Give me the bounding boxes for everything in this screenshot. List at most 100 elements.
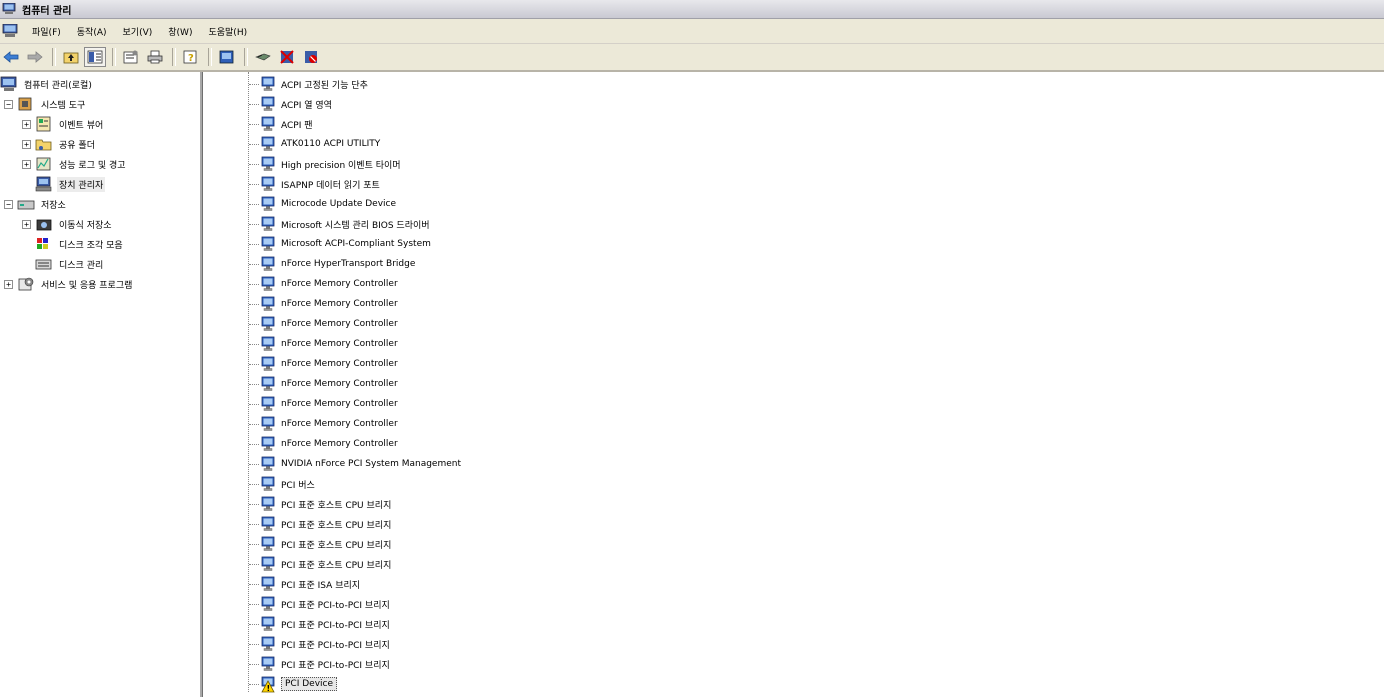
device-row[interactable]: PCI 표준 ISA 브리지 [249,574,360,594]
up-button[interactable] [60,47,82,67]
system-device-icon [261,356,275,372]
tree-connector [249,423,259,425]
properties-button[interactable] [120,47,142,67]
toolbar-separator [208,48,212,66]
device-row[interactable]: ISAPNP 데이터 읽기 포트 [249,174,380,194]
tree-connector [249,563,259,565]
system-device-icon [261,476,275,492]
expand-toggle[interactable]: + [22,219,31,229]
expand-toggle[interactable]: + [22,139,31,149]
tree-item-system-tools[interactable]: − 시스템 도구 [4,94,87,114]
tree-label-perf-logs: 성능 로그 및 경고 [59,160,126,171]
tree-connector [249,443,259,445]
device-row[interactable]: ! PCI Device [249,674,338,694]
tree-connector [249,343,259,345]
tree-label-disk-management: 디스크 관리 [59,260,104,271]
tree-connector [249,663,259,665]
tree-item-device-manager[interactable]: 장치 관리자 [35,174,106,194]
app-menu-icon[interactable] [2,24,18,38]
device-row[interactable]: NVIDIA nForce PCI System Management [249,454,461,474]
scan-icon [219,50,234,64]
tree-connector [249,103,259,105]
tree-item-disk-management[interactable]: 디스크 관리 [35,254,105,274]
tree-item-storage[interactable]: − 저장소 [4,194,68,214]
device-label: nForce Memory Controller [281,419,398,429]
tree-connector [249,183,259,185]
expand-toggle[interactable]: + [22,119,31,129]
collapse-toggle[interactable]: − [4,99,13,109]
device-row[interactable]: nForce Memory Controller [249,434,398,454]
device-row[interactable]: PCI 버스 [249,474,315,494]
help-button[interactable]: ? [180,47,202,67]
device-row[interactable]: Microsoft 시스템 관리 BIOS 드라이버 [249,214,430,234]
toolbar-separator [112,48,116,66]
device-row[interactable]: PCI 표준 호스트 CPU 브리지 [249,534,391,554]
system-device-icon [261,376,275,392]
toolbar-separator [172,48,176,66]
menu-action[interactable]: 동작(A) [69,25,115,38]
device-row[interactable]: ACPI 고정된 기능 단추 [249,74,368,94]
tree-connector [249,203,259,205]
print-button[interactable] [144,47,166,67]
scan-hardware-button[interactable] [216,47,238,67]
expand-toggle[interactable]: + [22,159,31,169]
device-row[interactable]: PCI 표준 PCI-to-PCI 브리지 [249,614,390,634]
device-row[interactable]: ACPI 열 영역 [249,94,332,114]
system-device-icon [261,116,275,132]
forward-icon [27,51,43,63]
print-icon [147,50,163,64]
tree-label-shared-folders: 공유 폴더 [59,140,95,151]
device-row[interactable]: nForce Memory Controller [249,414,398,434]
menu-window[interactable]: 창(W) [160,25,200,38]
system-device-icon [261,496,275,512]
back-icon [3,51,19,63]
tree-label-storage: 저장소 [41,200,66,211]
device-row[interactable]: PCI 표준 호스트 CPU 브리지 [249,494,391,514]
update-driver-button[interactable] [252,47,274,67]
device-row[interactable]: PCI 표준 호스트 CPU 브리지 [249,554,391,574]
device-row[interactable]: Microsoft ACPI-Compliant System [249,234,431,254]
forward-button[interactable] [24,47,46,67]
expand-toggle[interactable]: + [4,279,13,289]
device-row[interactable]: PCI 표준 호스트 CPU 브리지 [249,514,391,534]
back-button[interactable] [0,47,22,67]
device-row[interactable]: nForce Memory Controller [249,354,398,374]
menu-bar: 파일(F) 동작(A) 보기(V) 창(W) 도움말(H) [0,19,1384,44]
device-row[interactable]: ACPI 팬 [249,114,313,134]
device-row[interactable]: PCI 표준 PCI-to-PCI 브리지 [249,654,390,674]
show-tree-icon [87,50,103,64]
device-row[interactable]: High precision 이벤트 타이머 [249,154,401,174]
tree-item-event-viewer[interactable]: + 이벤트 뷰어 [22,114,105,134]
collapse-toggle[interactable]: − [4,199,13,209]
menu-help[interactable]: 도움말(H) [200,25,255,38]
device-row[interactable]: PCI 표준 PCI-to-PCI 브리지 [249,594,390,614]
device-label: Microsoft 시스템 관리 BIOS 드라이버 [281,220,430,231]
tree-item-removable-storage[interactable]: + 이동식 저장소 [22,214,114,234]
device-row[interactable]: nForce Memory Controller [249,334,398,354]
tree-item-perf-logs[interactable]: + 성능 로그 및 경고 [22,154,128,174]
device-label: PCI 표준 호스트 CPU 브리지 [281,500,392,511]
disable-button[interactable] [300,47,322,67]
show-hide-tree-button[interactable] [84,47,106,67]
device-row[interactable]: nForce Memory Controller [249,394,398,414]
device-row[interactable]: nForce Memory Controller [249,274,398,294]
uninstall-button[interactable] [276,47,298,67]
device-row[interactable]: ATK0110 ACPI UTILITY [249,134,380,154]
up-icon [63,52,79,64]
device-row[interactable]: nForce HyperTransport Bridge [249,254,415,274]
device-row[interactable]: nForce Memory Controller [249,374,398,394]
tree-connector [249,283,259,285]
device-row[interactable]: nForce Memory Controller [249,314,398,334]
tree-root[interactable]: 컴퓨터 관리(로컬) [0,74,94,94]
menu-view[interactable]: 보기(V) [115,25,161,38]
device-row[interactable]: Microcode Update Device [249,194,396,214]
tree-connector [249,163,259,165]
tree-item-shared-folders[interactable]: + 공유 폴더 [22,134,97,154]
device-row[interactable]: nForce Memory Controller [249,294,398,314]
toolbar: ? [0,44,1384,72]
menu-file[interactable]: 파일(F) [24,25,69,38]
tree-item-defrag[interactable]: 디스크 조각 모음 [35,234,125,254]
tree-item-services[interactable]: + 서비스 및 응용 프로그램 [4,274,134,294]
device-row[interactable]: PCI 표준 PCI-to-PCI 브리지 [249,634,390,654]
device-label: NVIDIA nForce PCI System Management [281,459,461,469]
